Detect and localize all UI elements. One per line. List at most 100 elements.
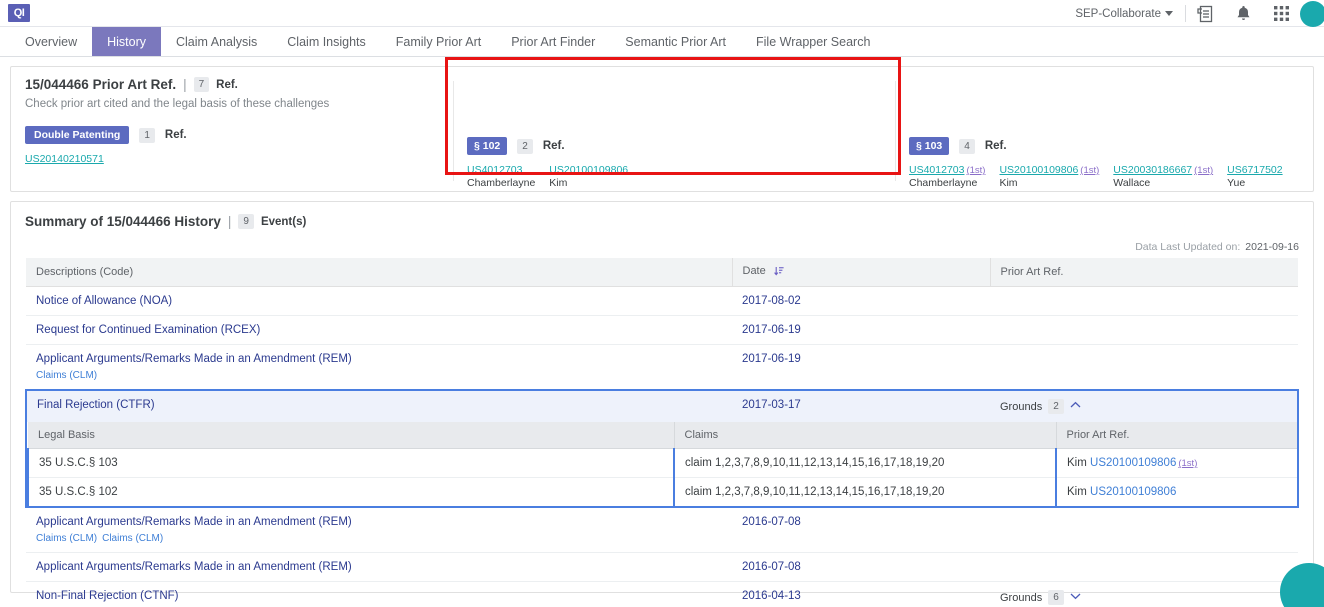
tab-prior-art-finder[interactable]: Prior Art Finder [496,27,610,56]
reference-link[interactable]: US4012703 [467,164,522,176]
prior-art-panel: 15/044466 Prior Art Ref. | 7 Ref. Check … [10,57,1314,192]
reference-item: US4012703 (1st) Chamberlayne [909,164,985,190]
legal-basis-row-102: § 102 2 Ref. [467,137,881,155]
bell-icon[interactable] [1224,0,1262,27]
row-sub-link[interactable]: Claims (CLM) [36,533,97,544]
reference-inventor: Chamberlayne [909,177,978,189]
row-description-text: Applicant Arguments/Remarks Made in an A… [36,516,352,528]
legal-basis-badge[interactable]: Double Patenting [25,126,130,144]
apps-grid-icon[interactable] [1262,0,1300,27]
reference-list: US20140210571 [25,153,439,166]
column-header-descriptions: Descriptions (Code) [26,258,733,287]
group-count-badge-103: 4 [959,138,975,154]
row-sub-link[interactable]: Claims (CLM) [102,533,163,544]
reference-link[interactable]: US20100109806 [999,164,1078,176]
title-separator: | [183,77,187,92]
tab-history[interactable]: History [92,27,161,56]
detail-column-prior-art: Prior Art Ref. [1056,422,1297,449]
event-count-label: Event(s) [260,215,307,228]
main-tab-bar: Overview History Claim Analysis Claim In… [0,27,1324,57]
detail-ref-link[interactable]: US20100109806 [1090,457,1176,469]
row-grounds: Grounds 6 [990,581,1298,607]
reference-link[interactable]: US20140210571 [25,153,104,165]
reference-item: US20100109806 Kim [549,164,628,190]
table-row-expanded[interactable]: Final Rejection (CTFR) 2017-03-17 Ground… [25,389,1299,422]
reference-item: US20030186667 (1st) Wallace [1113,164,1213,190]
row-sub-link[interactable]: Claims (CLM) [36,370,97,381]
prior-art-title-text: 15/044466 Prior Art Ref. [25,77,177,92]
column-header-date[interactable]: Date [732,258,991,287]
reference-item: US6717502 Yue [1227,164,1282,190]
table-row[interactable]: Non-Final Rejection (CTNF) 2016-04-13 Gr… [26,581,1298,607]
topbar-actions: SEP-Collaborate [1075,0,1324,27]
detail-ref-inventor: Kim [1067,457,1087,469]
page-body: 15/044466 Prior Art Ref. | 7 Ref. Check … [0,57,1324,607]
group-count-label-102: Ref. [542,140,565,152]
history-table-header: Descriptions (Code) Date Prior Art Ref. [26,258,1298,287]
grounds-detail-table: Legal Basis Claims Prior Art Ref. 35 U.S… [27,422,1297,506]
table-row[interactable]: Applicant Arguments/Remarks Made in an A… [26,552,1298,582]
avatar[interactable] [1300,0,1324,27]
summary-title: Summary of 15/044466 History | 9 Event(s… [25,214,1299,229]
top-bar: QI SEP-Collaborate [0,0,1324,27]
detail-ref-link[interactable]: US20100109806 [1090,486,1176,498]
tab-claim-analysis[interactable]: Claim Analysis [161,27,272,56]
reference-inventor: Kim [549,177,568,189]
reference-inventor: Wallace [1113,177,1151,189]
column-header-date-label: Date [742,265,766,277]
updated-date: 2021-09-16 [1245,241,1299,253]
reference-inventor: Chamberlayne [467,177,536,189]
row-description-text: Applicant Arguments/Remarks Made in an A… [36,353,352,365]
chevron-up-icon[interactable] [1070,401,1081,412]
column-header-prior-art: Prior Art Ref. [990,258,1298,287]
group-count-label-103: Ref. [984,140,1007,152]
row-date: 2017-06-19 [732,344,990,391]
prior-art-title: 15/044466 Prior Art Ref. | 7 Ref. [25,77,439,92]
legal-basis-badge-102[interactable]: § 102 [467,137,508,155]
group-count-badge-102: 2 [517,138,533,154]
reference-link[interactable]: US20030186667 [1113,164,1192,176]
ordinal-link[interactable]: (1st) [1080,165,1099,176]
history-table: Descriptions (Code) Date Prior Art Ref. … [25,258,1299,607]
chevron-down-icon[interactable] [1070,592,1081,603]
tab-family-prior-art[interactable]: Family Prior Art [381,27,496,56]
tab-file-wrapper-search[interactable]: File Wrapper Search [741,27,885,56]
prior-art-column-102: . § 102 2 Ref. US4012703 Chamberlayne US… [453,77,895,191]
ordinal-link[interactable]: (1st) [1194,165,1213,176]
data-last-updated: Data Last Updated on: 2021-09-16 [25,241,1299,253]
table-row[interactable]: Applicant Arguments/Remarks Made in an A… [26,507,1298,553]
chevron-down-icon [1165,11,1173,16]
grounds-detail-header: Legal Basis Claims Prior Art Ref. [28,422,1297,449]
legal-basis-row-103: § 103 4 Ref. [909,137,1299,155]
reference-item: US20100109806 (1st) Kim [999,164,1099,190]
tab-semantic-prior-art[interactable]: Semantic Prior Art [610,27,741,56]
tab-overview[interactable]: Overview [10,27,92,56]
table-row[interactable]: Applicant Arguments/Remarks Made in an A… [26,344,1298,391]
row-description: Notice of Allowance (NOA) [26,286,732,316]
row-date: 2016-04-13 [732,581,990,607]
reference-list-102: US4012703 Chamberlayne US20100109806 Kim [467,164,881,190]
document-icon[interactable] [1186,0,1224,27]
row-date: 2016-07-08 [732,552,990,582]
tab-claim-insights[interactable]: Claim Insights [272,27,381,56]
sort-descending-icon[interactable] [773,266,784,279]
grounds-label: Grounds [1000,400,1043,413]
detail-ref-ordinal[interactable]: (1st) [1178,458,1197,469]
app-logo[interactable]: QI [8,4,30,22]
table-row[interactable]: Notice of Allowance (NOA) 2017-08-02 [26,286,1298,316]
row-description: Applicant Arguments/Remarks Made in an A… [26,552,732,582]
account-selector[interactable]: SEP-Collaborate [1075,8,1185,20]
reference-inventor: Yue [1227,177,1246,189]
row-date: 2016-07-08 [732,507,990,553]
detail-prior-art: Kim US20100109806 (1st) [1055,448,1297,478]
ordinal-link[interactable]: (1st) [966,165,985,176]
reference-link[interactable]: US20100109806 [549,164,628,176]
table-row[interactable]: Request for Continued Examination (RCEX)… [26,315,1298,345]
reference-link[interactable]: US6717502 [1227,164,1282,176]
grounds-label: Grounds [1000,591,1043,604]
legal-basis-badge-103[interactable]: § 103 [909,137,950,155]
reference-link[interactable]: US4012703 [909,164,964,176]
prior-art-count-label: Ref. [216,78,238,91]
prior-art-column-103: . § 103 4 Ref. US4012703(1st) Chamberlay… [895,77,1313,191]
row-prior-art [990,344,1298,391]
